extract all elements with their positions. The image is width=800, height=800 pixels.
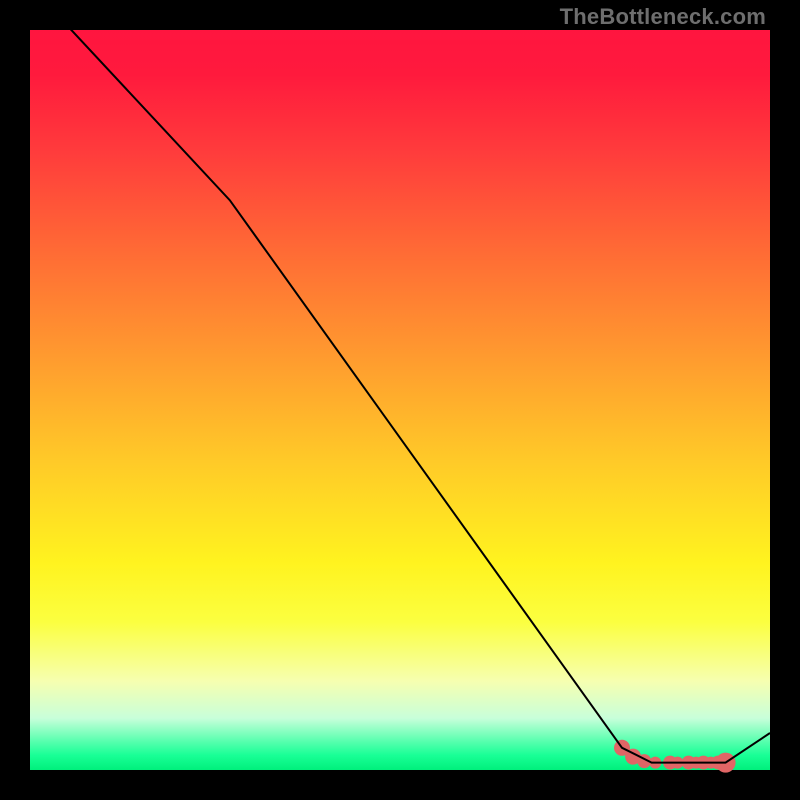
bottleneck-line [30,0,770,763]
plot-area [30,30,770,770]
watermark-text: TheBottleneck.com [560,4,766,30]
chart-frame: TheBottleneck.com [0,0,800,800]
marker-layer [614,740,736,773]
chart-svg [30,30,770,770]
